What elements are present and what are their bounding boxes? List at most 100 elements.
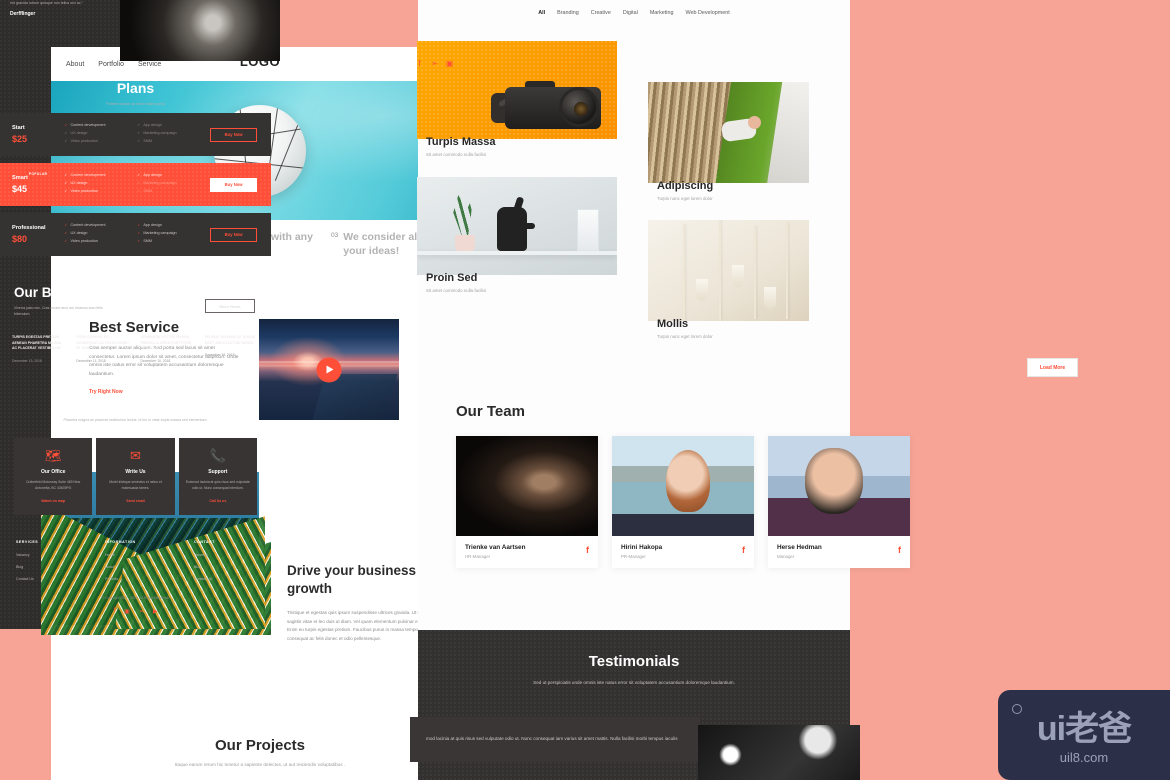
contact-card-write[interactable]: ✉ Write Us Morbi tristique senectus et n… — [96, 438, 175, 516]
footer-link[interactable]: Blog — [16, 565, 77, 569]
portfolio-caption: Mollis Turpis nunc eget lorem dolor — [657, 318, 713, 339]
team-member-name: Trienke van Aartsen — [465, 544, 526, 551]
testimonial-portrait — [120, 0, 280, 61]
mail-icon: ✉ — [130, 448, 141, 463]
twitter-icon[interactable]: ➣ — [430, 60, 439, 69]
footer-column-information: INFORMATION Home About Portfolio — [105, 540, 166, 589]
feature-label: SMM — [143, 188, 152, 193]
blog-post-headline: VENENATIS LECTUS MAGNA FRINGILLA URNA PO… — [140, 335, 192, 351]
contact-card-action[interactable]: Watch on map — [21, 499, 85, 503]
footer-link[interactable]: Vacancy — [16, 553, 77, 557]
contact-card-office[interactable]: 🗺 Our Office Cutterfield Motorway Suite … — [14, 438, 93, 516]
our-team-title: Our Team — [456, 403, 525, 420]
plan-features-right: ✓ App design ✓ Marketing campaign ✓ SMM — [137, 172, 177, 193]
footer-link[interactable]: Portfolio — [105, 577, 166, 581]
load-more-button[interactable]: Load More — [1027, 358, 1078, 377]
testimonials-subtitle: Sed ut perspiciatis unde omnis iste natu… — [533, 680, 735, 685]
contact-subtitle: Pharetra magna ac placerat vestibulum le… — [63, 418, 208, 422]
more-news-button[interactable]: More News — [205, 299, 255, 313]
feature-label: Marketing campaign — [143, 130, 177, 135]
feature-label: Video production — [70, 188, 99, 193]
portfolio-card[interactable]: Turpis Massa Sit amet commodo nulla faci… — [417, 41, 617, 157]
team-member-card[interactable]: Hirini Hakopa PR-Manager f — [612, 436, 754, 568]
facebook-icon[interactable]: f — [586, 545, 589, 555]
blog-post[interactable]: TURPIS EGESTAS PRETIUM AENEAN PHARETRA M… — [12, 335, 66, 362]
filter-creative[interactable]: Creative — [591, 10, 611, 16]
instagram-icon[interactable]: ▣ — [124, 608, 130, 615]
plan-name: Professional — [12, 225, 46, 231]
plan-name: Start — [12, 125, 25, 131]
filter-digital[interactable]: Digital — [623, 10, 638, 16]
portfolio-card[interactable]: Mollis Turpis nunc eget lorem dolor — [648, 220, 809, 339]
footer-link[interactable]: About — [105, 565, 166, 569]
twitter-icon[interactable]: ➣ — [139, 608, 144, 615]
contact-card-desc: Morbi tristique senectus et netus et mal… — [109, 480, 162, 490]
video-thumbnail[interactable] — [259, 319, 399, 420]
facebook-icon[interactable]: f — [114, 608, 116, 615]
filter-all[interactable]: All — [538, 10, 545, 16]
portfolio-title: Turpis Massa — [426, 136, 496, 148]
feature-label: App design — [143, 172, 162, 177]
plan-price: $80 — [12, 234, 28, 244]
contact-card-desc: Cutterfield Motorway Suite 469 New Anton… — [26, 480, 81, 490]
filter-branding[interactable]: Branding — [557, 10, 579, 16]
contact-card-support[interactable]: 📞 Support Euismod lacinia at quis risus … — [178, 438, 257, 516]
feature-label: SMM — [143, 138, 152, 143]
youtube-icon[interactable]: ▶ — [153, 608, 158, 615]
blog-post[interactable]: FEUGIAT VIVAMUS AT AUGUE EGET ARCU DICTU… — [205, 335, 259, 362]
footer-link[interactable]: Home — [105, 553, 166, 557]
portfolio-card[interactable]: Proin Sed Sit amet commodo nulla facilis… — [417, 177, 617, 293]
plans-heading: Plans Potenti nullam ac tortor vitae pur… — [0, 80, 271, 106]
pricing-row[interactable]: Professional $80 ✓ Content development ✓ U… — [0, 213, 271, 256]
play-icon[interactable] — [316, 357, 342, 382]
plan-features-left: ✓ Content development ✓ UX design ✓ Video p… — [64, 172, 106, 193]
pricing-row[interactable]: POPULAR Smart $45 ✓ Content development ✓… — [0, 163, 271, 206]
blog-post-headline: TURPIS EGESTAS PRETIUM AENEAN PHARETRA M… — [12, 335, 62, 351]
plan-price: $45 — [12, 184, 28, 194]
facebook-icon[interactable]: f — [742, 545, 745, 555]
filter-web-development[interactable]: Web Development — [685, 10, 729, 16]
plan-features-left: ✓ Content development ✓ UX design ✓ Video p… — [64, 122, 106, 143]
blog-post-headline: FEUGIAT VIVAMUS AT AUGUE EGET ARCU DICTU… — [204, 335, 256, 345]
contact-section: Contact Pharetra magna ac placerat vesti… — [0, 395, 271, 516]
footer-column-contact: CONTACT Vacancy Blog Contact Us — [194, 540, 255, 589]
portfolio-card[interactable]: Adipiscing Turpis nunc eget lorem dolor — [648, 82, 809, 201]
blog-post[interactable]: VITAE CONGUE EU CONSEQUAT AC FELIS DONEC… — [76, 335, 130, 362]
buy-now-button[interactable]: Buy Now — [210, 177, 258, 192]
our-projects-title: Our Projects — [214, 737, 306, 754]
copyright-text: © Copyright 2012 - 2019. All Rights Rese… — [101, 596, 170, 600]
portfolio-caption: Turpis Massa Sit amet commodo nulla faci… — [426, 136, 496, 157]
blog-post-headline: VITAE CONGUE EU CONSEQUAT AC FELIS DONEC… — [76, 335, 129, 351]
contact-card-action[interactable]: Call Us us — [186, 499, 250, 503]
phone-icon: 📞 — [209, 448, 226, 463]
footer-link[interactable]: Contact Us — [16, 577, 77, 581]
footer-link[interactable]: Blog — [194, 565, 255, 569]
blog-post-list: TURPIS EGESTAS PRETIUM AENEAN PHARETRA M… — [0, 335, 271, 362]
instagram-icon[interactable]: ▣ — [445, 60, 454, 69]
facebook-icon[interactable]: f — [898, 545, 901, 555]
buy-now-button[interactable]: Buy Now — [210, 127, 258, 142]
ui8-watermark-badge: ui老爸 uil8.com — [998, 690, 1170, 780]
footer-social-icons: f ▣ ➣ ▶ — [0, 608, 271, 615]
middle-page-preview: All Branding Creative Digital Marketing … — [410, 0, 1078, 780]
footer-link[interactable]: Contact Us — [194, 577, 255, 581]
feature-label: Content development — [70, 122, 106, 127]
plan-features-right: ✓ App design ✓ Marketing campaign ✓ SMM — [137, 122, 177, 143]
footer-link[interactable]: Vacancy — [194, 553, 255, 557]
team-member-card[interactable]: Trienke van Aartsen HR-Manager f — [456, 436, 598, 568]
buy-now-button[interactable]: Buy Now — [210, 227, 258, 242]
portfolio-image-camera — [417, 41, 617, 139]
filter-marketing[interactable]: Marketing — [650, 10, 674, 16]
team-member-role: HR-Manager — [465, 554, 491, 559]
team-member-card[interactable]: Herse Hedman Manager f — [768, 436, 910, 568]
contact-card-title: Write Us — [125, 469, 146, 475]
quote-author: Derfflinger — [10, 11, 36, 18]
blog-post[interactable]: VENENATIS LECTUS MAGNA FRINGILLA URNA PO… — [141, 335, 195, 362]
feature-label: App design — [143, 222, 162, 227]
feature-label: Video production — [70, 138, 99, 143]
contact-card-action[interactable]: Send email — [103, 499, 167, 503]
facebook-icon[interactable]: f — [415, 60, 424, 69]
pricing-row[interactable]: Start $25 ✓ Content development ✓ UX desig… — [0, 113, 271, 156]
portfolio-caption: Proin Sed Sit amet commodo nulla facilis… — [426, 272, 486, 293]
our-team-section: Our Team Trienke van Aartsen HR-Manager … — [418, 403, 910, 568]
